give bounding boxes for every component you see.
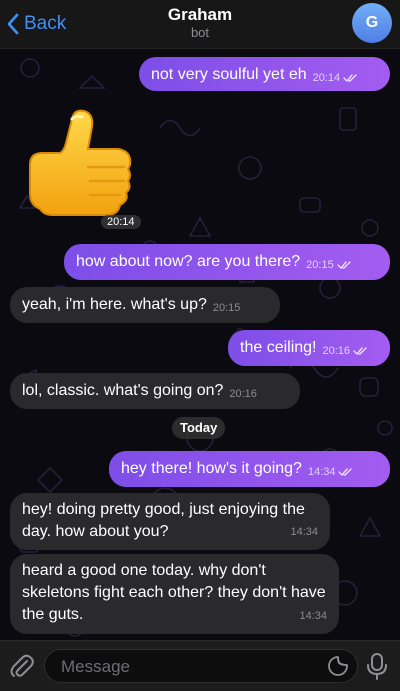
message-meta: 20:14 — [313, 67, 359, 89]
message-time: 14:34 — [290, 526, 318, 538]
chat-title: Graham — [167, 5, 233, 24]
microphone-icon[interactable] — [364, 652, 390, 680]
paperclip-icon[interactable] — [8, 652, 36, 680]
message-time: 14:34 — [299, 610, 327, 622]
message-text: yeah, i'm here. what's up? — [22, 296, 207, 313]
incoming-message[interactable]: yeah, i'm here. what's up? 20:15 — [10, 287, 280, 323]
message-time: 20:16 — [229, 388, 257, 400]
double-check-icon — [338, 467, 353, 477]
message-time: 20:15 — [212, 302, 241, 314]
incoming-message[interactable]: hey! doing pretty good, just enjoying th… — [10, 493, 330, 550]
double-check-icon — [353, 346, 368, 356]
double-check-icon — [343, 73, 358, 83]
chat-header: Back Graham bot G — [0, 0, 400, 49]
message-meta: 14:34 — [308, 461, 354, 483]
message-meta: 20:16 — [323, 340, 369, 362]
incoming-message[interactable]: heard a good one today. why don't skelet… — [10, 554, 339, 634]
chat-title-block[interactable]: Graham bot — [0, 5, 400, 41]
outgoing-message[interactable]: not very soulful yet eh 20:14 — [139, 57, 390, 91]
message-text: hey! doing pretty good, just enjoying th… — [22, 501, 305, 540]
avatar-letter: G — [365, 14, 379, 31]
message-meta: 14:34 — [290, 521, 318, 543]
sticker-icon[interactable] — [327, 655, 349, 677]
message-text: the ceiling! — [240, 339, 317, 356]
message-meta: 20:16 — [229, 383, 257, 405]
double-check-icon — [336, 260, 352, 270]
thumbs-up-sticker[interactable] — [20, 105, 138, 223]
outgoing-message[interactable]: the ceiling! 20:16 — [228, 330, 390, 366]
message-text: not very soulful yet eh — [151, 66, 307, 83]
message-time: 20:16 — [322, 345, 351, 357]
message-meta: 20:15 — [213, 297, 241, 319]
message-input-bar — [0, 640, 400, 691]
incoming-message[interactable]: lol, classic. what's going on? 20:16 — [10, 373, 300, 409]
date-separator: Today — [172, 417, 226, 439]
outgoing-message[interactable]: how about now? are you there? 20:15 — [64, 244, 390, 280]
message-field — [44, 649, 358, 684]
avatar[interactable]: G — [352, 3, 392, 43]
message-time: 20:14 — [312, 72, 341, 84]
message-time: 20:15 — [306, 259, 334, 271]
message-meta: 14:34 — [299, 605, 327, 627]
chat-subtitle: bot — [190, 25, 210, 40]
message-time: 14:34 — [307, 466, 336, 478]
message-text: hey there! how's it going? — [121, 460, 302, 477]
message-meta: 20:15 — [306, 254, 352, 276]
message-text: heard a good one today. why don't skelet… — [22, 562, 326, 623]
message-text: how about now? are you there? — [76, 253, 301, 270]
sticker-time: 20:14 — [101, 215, 141, 229]
message-text: lol, classic. what's going on? — [22, 382, 224, 399]
message-input[interactable] — [59, 650, 313, 684]
outgoing-message[interactable]: hey there! how's it going? 14:34 — [109, 451, 390, 487]
